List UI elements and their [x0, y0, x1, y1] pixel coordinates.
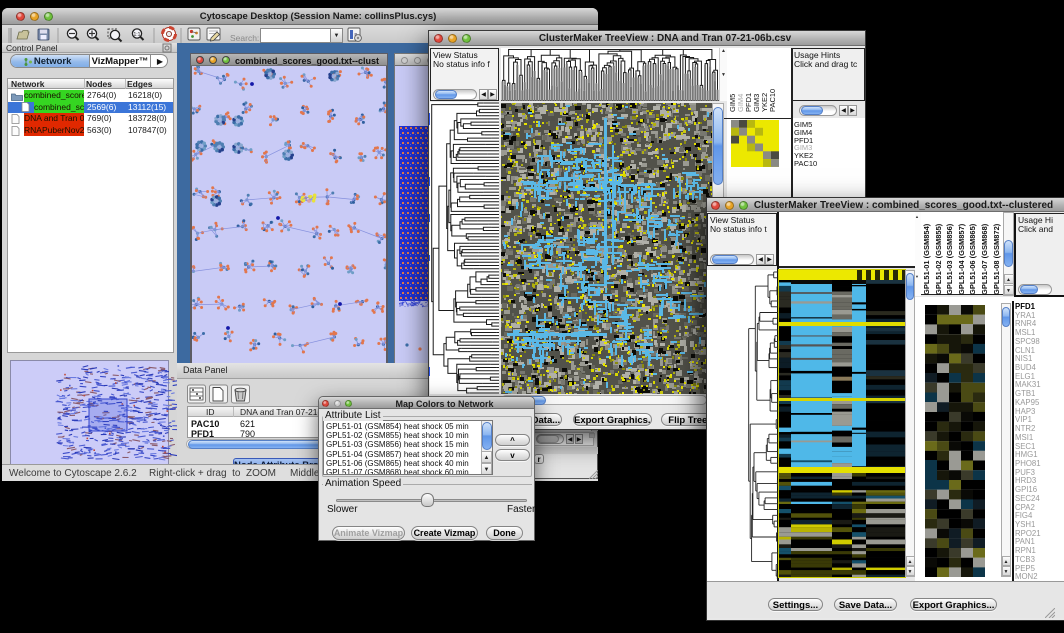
svg-text:1:1: 1:1 — [134, 32, 141, 38]
